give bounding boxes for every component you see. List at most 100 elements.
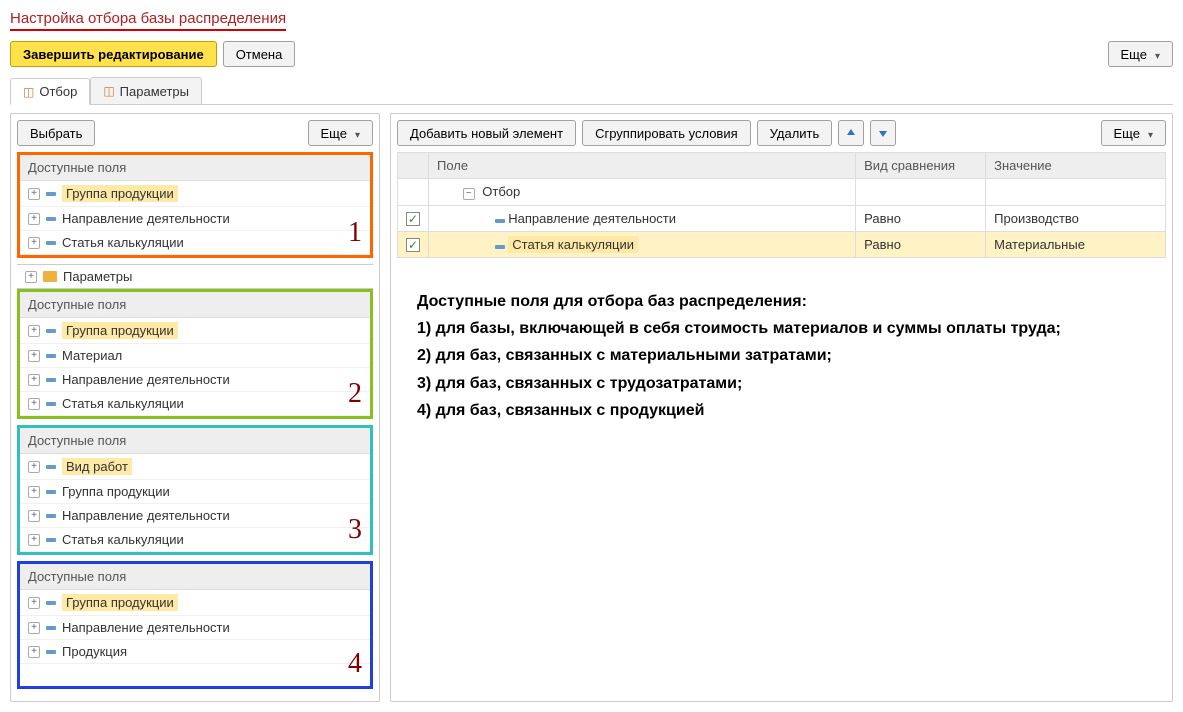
field-icon (46, 192, 56, 196)
field-label: Направление деятельности (62, 372, 230, 387)
field-icon (46, 241, 56, 245)
tree-row[interactable]: + Направление деятельности (20, 504, 370, 528)
tree-row[interactable]: + Материал (20, 344, 370, 368)
tree-row[interactable]: + Группа продукции (20, 318, 370, 344)
tab-params[interactable]: ◫ Параметры (90, 77, 202, 104)
group-box-1: Доступные поля + Группа продукции + Напр… (17, 152, 373, 258)
group-number: 4 (348, 648, 362, 680)
tab-selection-label: Отбор (39, 84, 77, 99)
chevron-expand-icon[interactable]: + (28, 622, 40, 634)
params-row[interactable]: + Параметры (17, 264, 373, 289)
select-button[interactable]: Выбрать (17, 120, 95, 146)
params-icon: ◫ (103, 84, 114, 98)
chevron-expand-icon[interactable]: + (28, 534, 40, 546)
filter-field: Статья калькуляции (508, 236, 638, 253)
filter-row[interactable]: ✓ Направление деятельности Равно Произво… (398, 206, 1166, 232)
params-label: Параметры (63, 269, 132, 284)
group-header: Доступные поля (20, 292, 370, 318)
tree-row[interactable]: + Статья калькуляции (20, 231, 370, 255)
add-element-button[interactable]: Добавить новый элемент (397, 120, 576, 146)
tab-selection[interactable]: ◫ Отбор (10, 78, 90, 105)
tree-row[interactable]: + Группа продукции (20, 480, 370, 504)
cancel-button[interactable]: Отмена (223, 41, 296, 67)
chevron-expand-icon[interactable]: + (28, 398, 40, 410)
chevron-expand-icon[interactable]: + (28, 237, 40, 249)
chevron-expand-icon[interactable]: + (28, 325, 40, 337)
field-label: Статья калькуляции (62, 532, 184, 547)
explanation-heading: Доступные поля для отбора баз распределе… (417, 288, 1146, 315)
tabs: ◫ Отбор ◫ Параметры (10, 77, 1173, 105)
arrow-down-icon (877, 127, 889, 139)
explanation-item: 4) для баз, связанных с продукцией (417, 397, 1146, 424)
col-value: Значение (986, 153, 1166, 179)
field-icon (46, 626, 56, 630)
filter-row[interactable]: ✓ Статья калькуляции Равно Материальные (398, 232, 1166, 258)
filter-root-row[interactable]: − Отбор (398, 179, 1166, 206)
field-icon (46, 329, 56, 333)
chevron-collapse-icon[interactable]: − (463, 188, 475, 200)
field-icon (46, 378, 56, 382)
field-label: Группа продукции (62, 484, 170, 499)
right-panel: Добавить новый элемент Сгруппировать усл… (390, 113, 1173, 702)
more-button-left[interactable]: Еще (308, 120, 373, 146)
field-label: Статья калькуляции (62, 396, 184, 411)
group-box-2: Доступные поля + Группа продукции + Мате… (17, 289, 373, 419)
field-label: Группа продукции (62, 594, 178, 611)
more-right-label: Еще (1114, 126, 1140, 141)
tab-params-label: Параметры (120, 84, 189, 99)
group-conditions-button[interactable]: Сгруппировать условия (582, 120, 751, 146)
checkbox-icon[interactable]: ✓ (406, 238, 420, 252)
tree-row[interactable]: + Направление деятельности (20, 616, 370, 640)
chevron-expand-icon[interactable]: + (25, 271, 37, 283)
tree-row[interactable]: + Вид работ (20, 454, 370, 480)
more-left-label: Еще (321, 126, 347, 141)
filter-value: Материальные (986, 232, 1166, 258)
chevron-expand-icon[interactable]: + (28, 646, 40, 658)
filter-compare: Равно (856, 232, 986, 258)
explanation-block: Доступные поля для отбора баз распределе… (397, 278, 1166, 434)
tree-row[interactable]: + Направление деятельности (20, 368, 370, 392)
tree-row[interactable]: + Продукция (20, 640, 370, 664)
tree-row[interactable]: + Группа продукции (20, 181, 370, 207)
chevron-expand-icon[interactable]: + (28, 350, 40, 362)
chevron-expand-icon[interactable]: + (28, 597, 40, 609)
tree-row[interactable]: + Группа продукции (20, 590, 370, 616)
tree-row[interactable]: + Направление деятельности (20, 207, 370, 231)
move-up-button[interactable] (838, 120, 864, 146)
chevron-expand-icon[interactable]: + (28, 461, 40, 473)
chevron-expand-icon[interactable]: + (28, 486, 40, 498)
group-header: Доступные поля (20, 155, 370, 181)
chevron-expand-icon[interactable]: + (28, 374, 40, 386)
group-box-4: Доступные поля + Группа продукции + Напр… (17, 561, 373, 689)
delete-button[interactable]: Удалить (757, 120, 833, 146)
group-number: 1 (348, 217, 362, 249)
group-number: 3 (348, 514, 362, 546)
top-toolbar: Завершить редактирование Отмена Еще (10, 41, 1173, 67)
field-icon (46, 650, 56, 654)
finish-edit-button[interactable]: Завершить редактирование (10, 41, 217, 67)
col-compare: Вид сравнения (856, 153, 986, 179)
explanation-item: 3) для баз, связанных с трудозатратами; (417, 370, 1146, 397)
move-down-button[interactable] (870, 120, 896, 146)
chevron-expand-icon[interactable]: + (28, 510, 40, 522)
chevron-expand-icon[interactable]: + (28, 188, 40, 200)
checkbox-icon[interactable]: ✓ (406, 212, 420, 226)
explanation-item: 2) для баз, связанных с материальными за… (417, 342, 1146, 369)
field-label: Вид работ (62, 458, 132, 475)
chevron-expand-icon[interactable]: + (28, 213, 40, 225)
filter-value: Производство (986, 206, 1166, 232)
page-title: Настройка отбора базы распределения (10, 10, 286, 31)
group-box-3: Доступные поля + Вид работ + Группа прод… (17, 425, 373, 555)
more-button-right[interactable]: Еще (1101, 120, 1166, 146)
filter-icon: ◫ (23, 85, 34, 99)
tree-row[interactable]: + Статья калькуляции (20, 528, 370, 552)
field-icon (46, 402, 56, 406)
tree-row[interactable]: + Статья калькуляции (20, 392, 370, 416)
more-button-label: Еще (1121, 47, 1147, 62)
group-header: Доступные поля (20, 564, 370, 590)
field-icon (46, 514, 56, 518)
field-icon (495, 245, 505, 249)
field-icon (46, 217, 56, 221)
filter-root-label: Отбор (482, 184, 520, 199)
more-button-top[interactable]: Еще (1108, 41, 1173, 67)
